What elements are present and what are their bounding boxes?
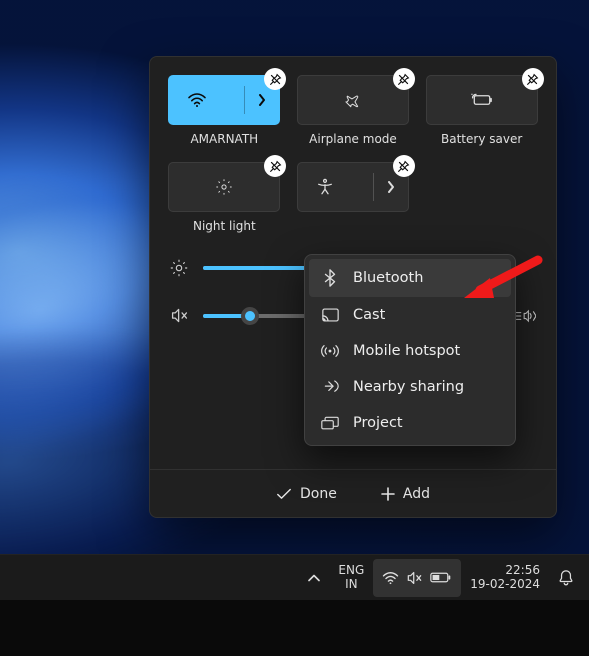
language-region: IN bbox=[338, 578, 364, 591]
unpin-icon bbox=[526, 73, 539, 86]
add-menu: Bluetooth Cast Mobile hotspot Nearby sha… bbox=[304, 254, 516, 446]
battery-saver-icon bbox=[470, 92, 494, 108]
check-icon bbox=[276, 488, 292, 500]
clock-button[interactable]: 22:56 19-02-2024 bbox=[461, 559, 549, 597]
airplane-icon bbox=[343, 91, 363, 109]
accessibility-toggle[interactable] bbox=[297, 162, 409, 212]
nearby-sharing-icon bbox=[321, 379, 339, 395]
unpin-icon bbox=[269, 160, 282, 173]
add-menu-item-bluetooth[interactable]: Bluetooth bbox=[309, 259, 511, 297]
quick-settings-tiles: AMARNATH Airplane mode bbox=[168, 75, 538, 233]
quick-settings-tray-button[interactable] bbox=[373, 559, 461, 597]
unpin-button[interactable] bbox=[264, 155, 286, 177]
menu-item-label: Bluetooth bbox=[353, 270, 423, 286]
night-light-icon bbox=[214, 177, 234, 197]
done-button[interactable]: Done bbox=[268, 480, 345, 508]
notifications-button[interactable] bbox=[549, 559, 583, 597]
airplane-mode-toggle[interactable] bbox=[297, 75, 409, 125]
add-button[interactable]: Add bbox=[373, 480, 438, 508]
menu-item-label: Nearby sharing bbox=[353, 379, 464, 395]
accessibility-icon bbox=[316, 178, 334, 196]
tile-night-light: Night light bbox=[168, 162, 281, 233]
menu-item-label: Cast bbox=[353, 307, 385, 323]
menu-item-label: Project bbox=[353, 415, 403, 431]
tile-wifi: AMARNATH bbox=[168, 75, 281, 146]
unpin-icon bbox=[269, 73, 282, 86]
tile-label: Airplane mode bbox=[309, 132, 397, 146]
done-label: Done bbox=[300, 486, 337, 502]
chevron-right-icon bbox=[258, 94, 266, 106]
tile-airplane: Airplane mode bbox=[297, 75, 410, 146]
time: 22:56 bbox=[470, 564, 540, 578]
bluetooth-icon bbox=[321, 269, 339, 287]
cast-icon bbox=[321, 308, 339, 322]
plus-icon bbox=[381, 487, 395, 501]
wifi-toggle[interactable] bbox=[168, 75, 280, 125]
wifi-icon bbox=[187, 92, 207, 108]
tray-overflow-button[interactable] bbox=[299, 559, 329, 597]
volume-muted-icon bbox=[406, 571, 423, 585]
hotspot-icon bbox=[321, 343, 339, 359]
language-switcher[interactable]: ENG IN bbox=[329, 559, 373, 597]
unpin-button[interactable] bbox=[264, 68, 286, 90]
battery-saver-toggle[interactable] bbox=[426, 75, 538, 125]
menu-item-label: Mobile hotspot bbox=[353, 343, 460, 359]
slider-thumb[interactable] bbox=[241, 307, 259, 325]
wifi-icon bbox=[382, 571, 399, 585]
unpin-button[interactable] bbox=[393, 155, 415, 177]
add-label: Add bbox=[403, 486, 430, 502]
night-light-toggle[interactable] bbox=[168, 162, 280, 212]
unpin-button[interactable] bbox=[522, 68, 544, 90]
quick-settings-footer: Done Add bbox=[150, 469, 556, 517]
language-code: ENG bbox=[338, 564, 364, 577]
battery-icon bbox=[430, 571, 452, 584]
volume-muted-icon bbox=[168, 307, 190, 324]
tile-label: Battery saver bbox=[441, 132, 522, 146]
chevron-right-icon bbox=[387, 181, 395, 193]
add-menu-item-hotspot[interactable]: Mobile hotspot bbox=[305, 333, 515, 369]
tile-battery-saver: Battery saver bbox=[425, 75, 538, 146]
unpin-icon bbox=[397, 160, 410, 173]
add-menu-item-nearby[interactable]: Nearby sharing bbox=[305, 369, 515, 405]
add-menu-item-cast[interactable]: Cast bbox=[305, 297, 515, 333]
tile-label: AMARNATH bbox=[190, 132, 258, 146]
brightness-icon bbox=[168, 259, 190, 277]
project-icon bbox=[321, 416, 339, 431]
taskbar: ENG IN 22:56 19-02-2024 bbox=[0, 554, 589, 600]
tile-accessibility bbox=[297, 162, 410, 233]
bell-icon bbox=[558, 569, 574, 586]
unpin-button[interactable] bbox=[393, 68, 415, 90]
unpin-icon bbox=[397, 73, 410, 86]
system-tray: ENG IN 22:56 19-02-2024 bbox=[299, 555, 589, 600]
chevron-up-icon bbox=[308, 574, 320, 582]
add-menu-item-project[interactable]: Project bbox=[305, 405, 515, 441]
tile-label: Night light bbox=[193, 219, 256, 233]
date: 19-02-2024 bbox=[470, 578, 540, 592]
